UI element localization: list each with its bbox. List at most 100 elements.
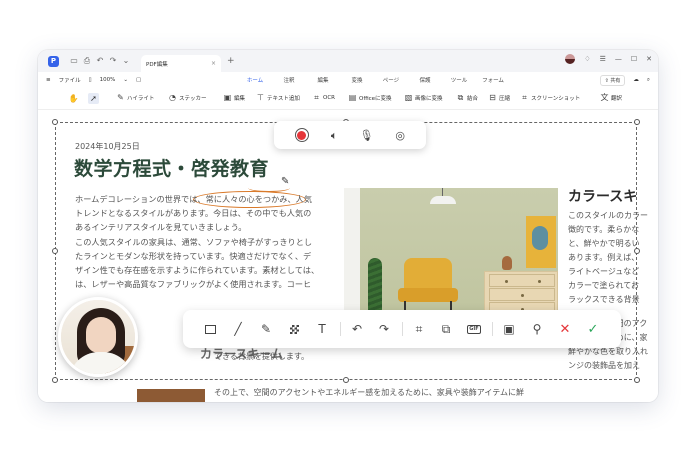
convert-office-tool[interactable]: ▤ Officeに変換 xyxy=(348,93,392,102)
undo-icon[interactable]: ↶ xyxy=(95,56,105,66)
close-window-icon[interactable]: ✕ xyxy=(646,55,652,63)
bell-icon[interactable]: ♢ xyxy=(584,55,590,63)
file-menu[interactable]: ファイル xyxy=(59,76,81,84)
brush-icon[interactable]: ✎ xyxy=(259,322,273,336)
resize-handle[interactable] xyxy=(52,248,58,254)
hamburger-icon[interactable]: ≡ xyxy=(46,77,51,83)
cloud-icon[interactable]: ☁ xyxy=(633,77,639,83)
share-label: 共有 xyxy=(610,77,621,84)
folder-icon[interactable]: ▭ xyxy=(69,56,79,66)
gif-icon[interactable]: GIF xyxy=(467,322,481,336)
resize-handle[interactable] xyxy=(52,377,58,383)
ocr-icon: ⌗ xyxy=(314,92,319,102)
webcam-icon[interactable]: ◎ xyxy=(395,130,405,141)
zoom-chevron-icon[interactable]: ⌄ xyxy=(123,77,128,83)
document-tab[interactable]: PDF編集 × xyxy=(141,55,221,72)
resize-handle[interactable] xyxy=(634,248,640,254)
print-icon[interactable]: ⎙ xyxy=(82,56,92,66)
text-icon[interactable]: T xyxy=(315,322,329,336)
ribbon-tabs: ホーム 注釈 編集 変換 ページ 保護 ツール フォーム xyxy=(238,76,510,89)
app-logo-icon: P xyxy=(48,55,59,67)
rectangle-icon[interactable] xyxy=(203,322,217,336)
hand-tool-icon[interactable]: ✋ xyxy=(68,93,79,104)
home-toolbar: ✋ ➚ ✎ ハイライト ◔ ステッカー ▣ 編集 ⊤ テキスト追加 ⌗ OCR ▤ Offi… xyxy=(38,88,658,110)
cancel-icon[interactable]: ✕ xyxy=(558,322,572,336)
screenshot-edit-toolbar: ╱ ✎ T ↶ ↷ ⌗ ⧉ GIF ▣ ⚲ ✕ ✓ xyxy=(183,310,621,348)
ocr-label: OCR xyxy=(323,94,335,101)
close-tab-icon[interactable]: × xyxy=(211,60,216,67)
screenshot-label: スクリーンショット xyxy=(531,95,581,102)
resize-handle[interactable] xyxy=(634,377,640,383)
title-bar: P ▭ ⎙ ↶ ↷ ⌄ PDF編集 × + ♢ ☰ — ☐ ✕ xyxy=(38,50,658,72)
translate-tool[interactable]: 文翻訳 xyxy=(600,93,623,102)
window-controls: ♢ ☰ — ☐ ✕ xyxy=(565,54,652,64)
resize-handle[interactable] xyxy=(343,377,349,383)
confirm-icon[interactable]: ✓ xyxy=(586,322,600,336)
add-text-label: テキスト追加 xyxy=(267,95,300,102)
convert-image-label: 画像に変換 xyxy=(415,95,443,102)
tab-tools[interactable]: ツール xyxy=(442,76,476,84)
speaker-icon[interactable]: 🔈︎ xyxy=(331,130,338,141)
sticker-icon: ◔ xyxy=(169,92,176,102)
webcam-preview[interactable] xyxy=(58,297,138,377)
menu-bar: ≡ ファイル ▯ 100% ⌄ ▢ ホーム 注釈 編集 変換 ページ 保護 ツー… xyxy=(38,72,658,89)
view-icon[interactable]: ▢ xyxy=(136,77,141,83)
tab-home[interactable]: ホーム xyxy=(238,76,272,89)
new-tab-button[interactable]: + xyxy=(227,56,235,66)
page-icon: ▯ xyxy=(88,77,92,83)
divider xyxy=(492,322,493,336)
edit-tool[interactable]: ▣ 編集 xyxy=(223,93,245,102)
merge-tool[interactable]: ⧉ 結合 xyxy=(456,93,478,102)
edit-icon: ▣ xyxy=(223,92,232,102)
tab-convert[interactable]: 変換 xyxy=(340,76,374,84)
office-icon: ▤ xyxy=(348,92,357,102)
edit-label: 編集 xyxy=(234,95,246,102)
convert-office-label: Officeに変換 xyxy=(359,95,392,102)
record-icon[interactable] xyxy=(294,128,309,142)
select-tool-icon[interactable]: ➚ xyxy=(88,93,99,104)
microphone-icon[interactable]: 🎙︎ xyxy=(359,130,373,141)
add-text-tool[interactable]: ⊤ テキスト追加 xyxy=(256,93,300,102)
search-icon[interactable]: ⌕ xyxy=(647,77,650,84)
recording-toolbar: 🔈︎ 🎙︎ ◎ xyxy=(274,121,426,149)
resize-handle[interactable] xyxy=(634,119,640,125)
image-icon: ▧ xyxy=(404,92,413,102)
save-icon[interactable]: ▣ xyxy=(502,322,516,336)
screenshot-tool[interactable]: ⌗ スクリーンショット xyxy=(520,93,580,102)
merge-icon: ⧉ xyxy=(457,92,464,102)
divider xyxy=(402,322,403,336)
tab-form[interactable]: フォーム xyxy=(476,76,510,84)
line-icon[interactable]: ╱ xyxy=(231,322,245,336)
ocr-tool[interactable]: ⌗ OCR xyxy=(312,93,335,102)
redo-icon[interactable]: ↷ xyxy=(377,322,391,336)
dropdown-chevron-icon[interactable]: ⌄ xyxy=(121,56,131,66)
tab-page[interactable]: ページ xyxy=(374,76,408,84)
mosaic-icon[interactable] xyxy=(287,322,301,336)
image-copy-icon[interactable]: ⧉ xyxy=(439,322,453,336)
merge-label: 結合 xyxy=(467,95,479,102)
redo-icon[interactable]: ↷ xyxy=(108,56,118,66)
undo-icon[interactable]: ↶ xyxy=(350,322,364,336)
compress-label: 圧縮 xyxy=(499,95,511,102)
share-button[interactable]: ⇪ 共有 xyxy=(599,74,626,86)
screenshot-icon: ⌗ xyxy=(522,92,527,102)
highlight-tool[interactable]: ✎ ハイライト xyxy=(116,93,154,102)
resize-handle[interactable] xyxy=(52,119,58,125)
user-avatar[interactable] xyxy=(565,54,576,64)
sticker-tool[interactable]: ◔ ステッカー xyxy=(168,93,207,102)
tab-edit[interactable]: 編集 xyxy=(306,76,340,84)
sticker-label: ステッカー xyxy=(179,95,207,102)
highlighter-icon: ✎ xyxy=(117,92,124,102)
menu-icon[interactable]: ☰ xyxy=(600,55,606,63)
tab-protect[interactable]: 保護 xyxy=(408,76,442,84)
minimize-icon[interactable]: — xyxy=(615,55,622,63)
convert-image-tool[interactable]: ▧ 画像に変換 xyxy=(404,93,443,102)
highlight-label: ハイライト xyxy=(127,95,155,102)
ocr-scan-icon[interactable]: ⌗ xyxy=(412,322,426,336)
compress-tool[interactable]: ⊟ 圧縮 xyxy=(488,93,510,102)
tab-comment[interactable]: 注釈 xyxy=(272,76,306,84)
compress-icon: ⊟ xyxy=(489,92,496,102)
zoom-level[interactable]: 100% xyxy=(100,77,116,83)
pin-icon[interactable]: ⚲ xyxy=(530,322,544,336)
maximize-icon[interactable]: ☐ xyxy=(631,55,637,63)
